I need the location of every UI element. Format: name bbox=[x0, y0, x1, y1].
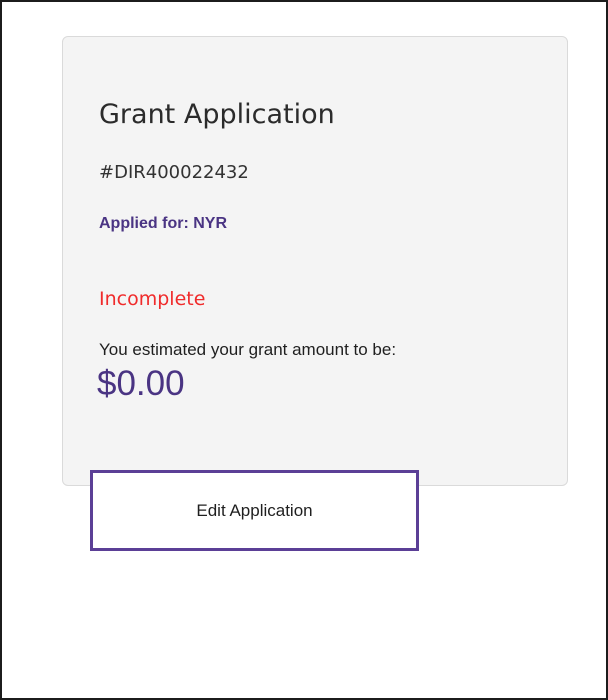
page-frame: Grant Application #DIR400022432 Applied … bbox=[0, 0, 608, 700]
application-id: #DIR400022432 bbox=[99, 162, 249, 183]
card-title: Grant Application bbox=[99, 99, 335, 130]
grant-application-card: Grant Application #DIR400022432 Applied … bbox=[62, 36, 568, 486]
status-label: Incomplete bbox=[99, 288, 206, 310]
estimate-amount: $0.00 bbox=[97, 364, 185, 403]
edit-application-button[interactable]: Edit Application bbox=[90, 470, 419, 551]
applied-for-label: Applied for: NYR bbox=[99, 215, 227, 232]
estimate-label: You estimated your grant amount to be: bbox=[99, 340, 397, 359]
